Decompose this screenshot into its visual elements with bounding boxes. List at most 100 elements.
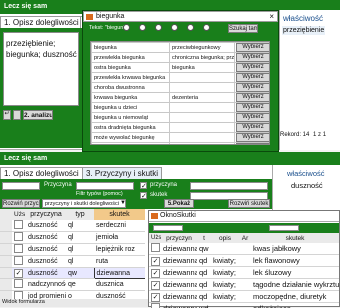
dialog-search-button[interactable]: Szukaj tam bbox=[228, 24, 258, 33]
radio-option-3[interactable] bbox=[155, 24, 162, 31]
row-selector[interactable] bbox=[0, 232, 12, 244]
dialog-close-icon[interactable]: × bbox=[269, 12, 274, 21]
dialog-title: biegunka bbox=[96, 13, 124, 20]
row-selector[interactable] bbox=[0, 279, 12, 291]
row-selector[interactable] bbox=[0, 256, 12, 268]
popup-filter-field[interactable] bbox=[153, 225, 183, 231]
select-button[interactable]: Wybierz bbox=[236, 73, 270, 82]
select-button[interactable]: Wybierz bbox=[236, 63, 270, 72]
select-button[interactable]: Wybierz bbox=[236, 53, 270, 62]
effect-used-checkbox[interactable] bbox=[151, 303, 160, 308]
symptoms-text-area[interactable]: przeziębienie; biegunka; duszność bbox=[3, 32, 79, 106]
cause-row[interactable]: nadczynnośćqedusznica bbox=[0, 279, 145, 291]
used-checkbox[interactable] bbox=[14, 220, 23, 229]
clear-button[interactable] bbox=[13, 110, 21, 120]
used-checkbox[interactable] bbox=[14, 256, 23, 265]
effect-used-checkbox[interactable]: ✓ bbox=[151, 257, 160, 266]
effect-used-checkbox[interactable] bbox=[151, 243, 160, 252]
analyze-button[interactable]: 2. analizuj bbox=[23, 110, 53, 120]
effect-row[interactable]: ✓dziewannaqdkwiaty;moczopędne, diuretyk bbox=[149, 291, 339, 303]
back-arrow-button[interactable]: ↵ bbox=[3, 110, 11, 120]
radio-option-4[interactable] bbox=[171, 24, 178, 31]
cause-row[interactable]: dusznośćqlruta bbox=[0, 256, 145, 268]
cause-row[interactable]: dusznośćqljemioła bbox=[0, 232, 145, 244]
row-selector[interactable] bbox=[0, 220, 12, 232]
result-row[interactable]: biegunkaprzeciwbiegunkowyWybierz bbox=[92, 43, 271, 53]
popup-col-type-header[interactable]: t bbox=[197, 233, 211, 243]
mode-dropdown[interactable]: przyczyny i skutki dolegliwości bbox=[42, 199, 126, 208]
row-selector[interactable] bbox=[0, 291, 12, 300]
result-row[interactable]: ostra dradnięta biegunkaWybierz bbox=[92, 123, 271, 133]
used-checkbox[interactable] bbox=[14, 232, 23, 241]
result-name-cell: nie stosować przy biegunce bbox=[92, 143, 170, 146]
effect-checkbox[interactable]: ✓ bbox=[140, 192, 147, 199]
radio-option-2[interactable] bbox=[139, 24, 146, 31]
filter-field-3[interactable] bbox=[190, 182, 268, 190]
radio-option-1[interactable] bbox=[123, 24, 130, 31]
effect-row[interactable]: dziewannawdodkażające bbox=[149, 303, 339, 308]
effect-row[interactable]: dziewannaqwkwas jabłkowy bbox=[149, 243, 339, 255]
popup-col-arrow-header[interactable]: Ar bbox=[239, 233, 251, 243]
cause-row[interactable]: dusznośćqlserdeczni bbox=[0, 220, 145, 232]
filter-field-1[interactable] bbox=[2, 182, 40, 190]
effect-row[interactable]: ✓dziewannaqdkwiaty;tągodne działanie wyk… bbox=[149, 279, 339, 291]
popup-col-desc-header[interactable]: opis bbox=[211, 233, 239, 243]
expand-effect-button[interactable]: Rozwiń skutek bbox=[228, 199, 270, 208]
popup-filter-field-2[interactable] bbox=[269, 225, 299, 231]
used-checkbox[interactable]: ✓ bbox=[14, 269, 23, 278]
cause-checkbox[interactable]: ✓ bbox=[140, 182, 147, 189]
type-cell: qe bbox=[66, 279, 94, 291]
col-type-header[interactable]: typ bbox=[66, 209, 94, 220]
result-row[interactable]: krwawa biegunkadezenteriaWybierz bbox=[92, 93, 271, 103]
result-row[interactable]: przewlekła krwawa biegunkaWybierz bbox=[92, 73, 271, 83]
bottom-tab-causes-effects[interactable]: 3. Przyczyny i skutki bbox=[82, 167, 162, 179]
mode-dropdown-arrow-icon[interactable]: ▼ bbox=[120, 200, 126, 206]
row-selector[interactable] bbox=[0, 268, 12, 279]
col-cause-header[interactable]: przyczyna bbox=[26, 209, 66, 220]
effect-arrow-cell bbox=[239, 255, 251, 267]
popup-col-effect-header[interactable]: skutek bbox=[251, 233, 339, 243]
select-button[interactable]: Wybierz bbox=[236, 113, 270, 122]
used-checkbox[interactable] bbox=[14, 279, 23, 288]
col-effect-header[interactable]: skutek bbox=[94, 209, 145, 220]
cause-row[interactable]: jod promienioduszność bbox=[0, 291, 145, 300]
result-desc-cell: przeciwbiegunkowy bbox=[170, 43, 235, 53]
result-row[interactable]: biegunka u dzieciWybierz bbox=[92, 103, 271, 113]
cause-used-cell: ✓ bbox=[12, 268, 26, 279]
popup-col-cause-header[interactable]: przyczyn bbox=[161, 233, 197, 243]
radio-option-5[interactable] bbox=[187, 24, 194, 31]
result-row[interactable]: choroba dwustronnaWybierz bbox=[92, 83, 271, 93]
select-button[interactable]: Wybierz bbox=[236, 133, 270, 142]
select-button[interactable]: Wybierz bbox=[236, 83, 270, 92]
effect-row[interactable]: ✓dziewannaqdkwiaty;lek flawonowy bbox=[149, 255, 339, 267]
used-checkbox[interactable] bbox=[14, 291, 23, 299]
select-button[interactable]: Wybierz bbox=[236, 103, 270, 112]
effect-used-cell: ✓ bbox=[149, 291, 161, 303]
result-row[interactable]: nie stosować przy biegunce Wybierz bbox=[92, 143, 271, 146]
used-checkbox[interactable] bbox=[14, 244, 23, 253]
effect-row[interactable]: ✓dziewannaqdkwiaty;lek śluzowy bbox=[149, 267, 339, 279]
effect-used-checkbox[interactable]: ✓ bbox=[151, 281, 160, 290]
expand-cause-button[interactable]: Rozwiń przyczynę bbox=[2, 199, 40, 208]
effect-used-checkbox[interactable]: ✓ bbox=[151, 269, 160, 278]
result-row[interactable]: ostra biegunkabiegunkaWybierz bbox=[92, 63, 271, 73]
cause-row[interactable]: dusznośćqllepiężnik roz bbox=[0, 244, 145, 256]
bottom-tab-describe[interactable]: 1. Opisz dolegliwości bbox=[0, 167, 83, 179]
show-button[interactable]: 5.Pokaż bbox=[164, 199, 194, 208]
select-button[interactable]: Wybierz bbox=[236, 43, 270, 52]
select-button[interactable]: Wybierz bbox=[236, 143, 270, 145]
cause-used-cell bbox=[12, 291, 26, 300]
result-row[interactable]: biegunka u niemowlątWybierz bbox=[92, 113, 271, 123]
radio-option-6[interactable] bbox=[203, 24, 210, 31]
cause-cell: jod promieni bbox=[26, 291, 66, 300]
top-tab-describe[interactable]: 1. Opisz dolegliwości bbox=[0, 16, 83, 28]
select-button[interactable]: Wybierz bbox=[236, 123, 270, 132]
select-button[interactable]: Wybierz bbox=[236, 93, 270, 102]
effect-used-checkbox[interactable]: ✓ bbox=[151, 293, 160, 302]
row-selector[interactable] bbox=[0, 244, 12, 256]
filter-field-2[interactable] bbox=[76, 182, 134, 190]
cause-row[interactable]: ✓dusznośćqwdziewanna bbox=[0, 268, 145, 279]
result-row[interactable]: może wywołać biegunkęWybierz bbox=[92, 133, 271, 143]
effect-type-cell: qd bbox=[197, 291, 211, 303]
result-row[interactable]: przewlekła biegunkachroniczna biegunka; … bbox=[92, 53, 271, 63]
